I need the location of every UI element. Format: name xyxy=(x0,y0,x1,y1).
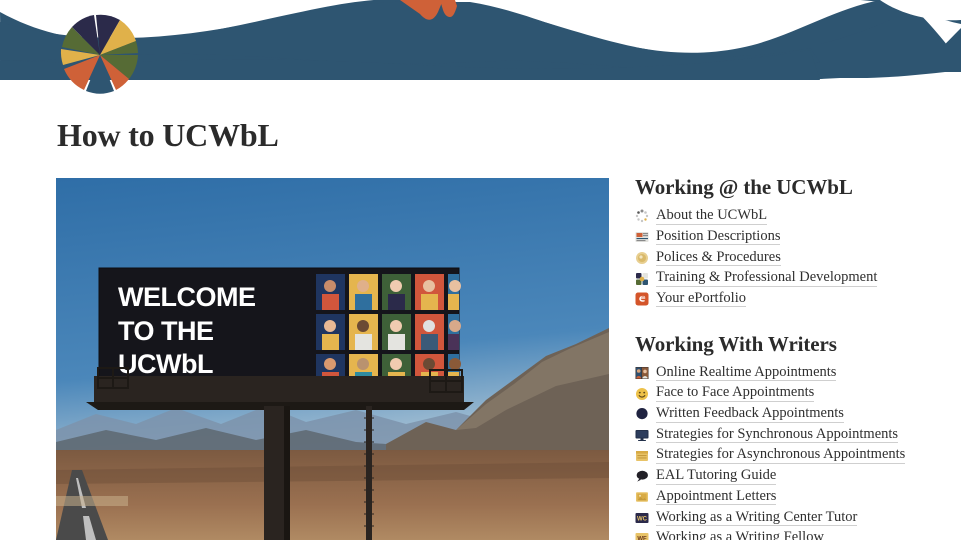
sidebar-section-working-at-ucwbl: Working @ the UCWbL About the UCWbL Posi… xyxy=(635,175,955,310)
gold-image-icon xyxy=(635,490,649,504)
sidebar-item-working-as-writing-fellow[interactable]: WF Working as a Writing Fellow xyxy=(635,528,955,540)
section-heading: Working With Writers xyxy=(635,331,837,356)
svg-text:WELCOME: WELCOME xyxy=(118,282,256,312)
puzzle-icon xyxy=(635,272,649,286)
svg-text:TO THE: TO THE xyxy=(118,316,214,346)
sidebar-link-label[interactable]: EAL Tutoring Guide xyxy=(656,468,777,485)
sidebar-link-label[interactable]: Strategies for Asynchronous Appointments xyxy=(656,447,906,464)
svg-text:UCWbL: UCWbL xyxy=(118,349,213,379)
sidebar-item-strategies-asynchronous-appointments[interactable]: Strategies for Asynchronous Appointments xyxy=(635,445,955,466)
gold-coin-icon xyxy=(635,251,649,265)
wf-badge-icon: WF xyxy=(635,531,649,540)
sidebar-link-label[interactable]: Appointment Letters xyxy=(656,489,777,506)
sidebar-item-about-the-ucwbl[interactable]: About the UCWbL xyxy=(635,206,955,227)
smiley-face-icon xyxy=(635,387,649,401)
svg-text:WC: WC xyxy=(637,516,648,522)
sidebar-item-written-feedback-appointments[interactable]: Written Feedback Appointments xyxy=(635,404,955,425)
person-photo-icon xyxy=(635,366,649,380)
sidebar-item-polices-procedures[interactable]: Polices & Procedures xyxy=(635,247,955,268)
sidebar-link-label[interactable]: Face to Face Appointments xyxy=(656,385,815,402)
site-header-banner xyxy=(0,0,961,100)
sidebar-link-label[interactable]: Your ePortfolio xyxy=(656,291,746,308)
sidebar-item-face-to-face-appointments[interactable]: Face to Face Appointments xyxy=(635,383,955,404)
sidebar-link-label[interactable]: Polices & Procedures xyxy=(656,250,781,267)
spinner-icon xyxy=(635,209,649,223)
sidebar-link-label[interactable]: Working as a Writing Fellow xyxy=(656,530,824,540)
sidebar-item-your-eportfolio[interactable]: Your ePortfolio xyxy=(635,289,955,310)
sidebar-link-label[interactable]: Online Realtime Appointments xyxy=(656,365,837,382)
speech-bubble-icon xyxy=(635,469,649,483)
sidebar-link-label[interactable]: Strategies for Synchronous Appointments xyxy=(656,427,899,444)
ucwbl-pinwheel-logo[interactable] xyxy=(58,11,142,99)
sidebar-item-training-professional-development[interactable]: Training & Professional Development xyxy=(635,268,955,289)
wc-badge-icon: WC xyxy=(635,511,649,525)
sidebar-item-online-realtime-appointments[interactable]: Online Realtime Appointments xyxy=(635,363,955,384)
sidebar-link-label[interactable]: Written Feedback Appointments xyxy=(656,406,844,423)
sidebar-link-label[interactable]: About the UCWbL xyxy=(656,208,768,225)
news-photo-icon xyxy=(635,230,649,244)
section-heading: Working @ the UCWbL xyxy=(635,175,853,199)
page-title: How to UCWbL xyxy=(57,117,279,153)
sidebar-item-working-as-writing-center-tutor[interactable]: WC Working as a Writing Center Tutor xyxy=(635,507,955,528)
sidebar-link-label[interactable]: Training & Professional Development xyxy=(656,270,878,287)
sidebar-nav: Working @ the UCWbL About the UCWbL Posi… xyxy=(635,175,955,540)
monitor-icon xyxy=(635,428,649,442)
dark-circle-icon xyxy=(635,407,649,421)
sidebar-item-strategies-synchronous-appointments[interactable]: Strategies for Synchronous Appointments xyxy=(635,425,955,446)
sidebar-link-label[interactable]: Position Descriptions xyxy=(656,229,781,246)
sidebar-item-position-descriptions[interactable]: Position Descriptions xyxy=(635,227,955,248)
gold-document-icon xyxy=(635,449,649,463)
sidebar-item-appointment-letters[interactable]: Appointment Letters xyxy=(635,487,955,508)
hero-billboard-image: WELCOME TO THE UCWbL xyxy=(56,178,609,540)
sidebar-section-working-with-writers: Working With Writers Online Realtime App… xyxy=(635,331,955,540)
sidebar-item-eal-tutoring-guide[interactable]: EAL Tutoring Guide xyxy=(635,466,955,487)
page-root: How to UCWbL WELCOME TO THE UCWbL Workin… xyxy=(0,0,961,540)
sidebar-link-label[interactable]: Working as a Writing Center Tutor xyxy=(656,509,858,527)
eportfolio-e-icon xyxy=(635,292,649,306)
